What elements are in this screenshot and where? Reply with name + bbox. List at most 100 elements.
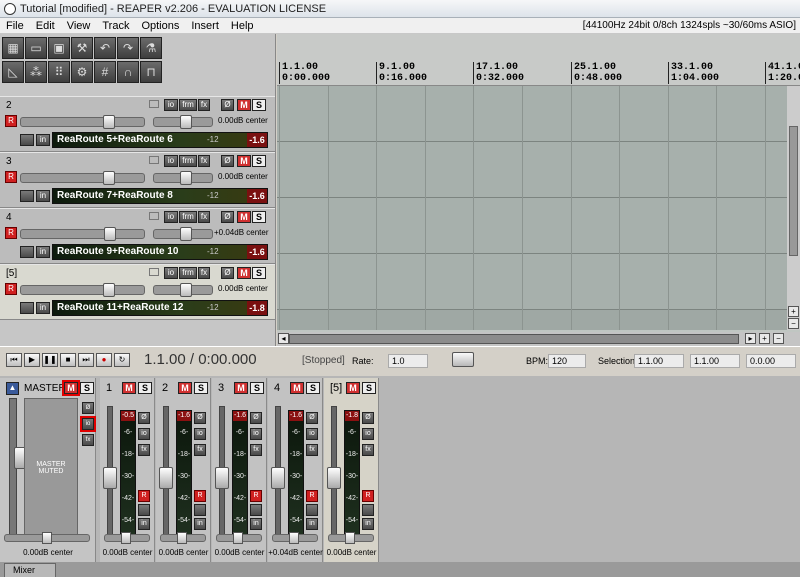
bpm-field[interactable]: 120 [548, 354, 586, 368]
record-icon[interactable]: ● [96, 353, 112, 367]
strip-phase-button[interactable]: Ø [250, 412, 262, 424]
strip-pan-slider[interactable] [160, 532, 206, 544]
frm-button[interactable]: frm [179, 99, 197, 111]
strip-record-button[interactable]: R [138, 490, 150, 502]
strip-solo-button[interactable]: S [250, 382, 264, 394]
pan-slider[interactable] [153, 227, 213, 241]
solo-button[interactable]: S [252, 267, 266, 279]
pan-slider[interactable] [153, 171, 213, 185]
timeline-ruler[interactable]: 1.1.00 0:00.000 9.1.00 0:16.000 17.1.00 0:3… [277, 34, 800, 86]
zoom-in-vertical-icon[interactable]: + [788, 306, 799, 317]
folder-icon[interactable] [149, 268, 159, 276]
metronome-icon[interactable]: ▦ [2, 37, 24, 59]
horizontal-scroll-thumb[interactable] [289, 334, 739, 344]
strip-fader-knob[interactable] [159, 467, 173, 489]
rate-slider[interactable] [452, 352, 474, 367]
strip-meter[interactable]: -1.6 -6- -18- -30- -42- -54- [176, 410, 192, 536]
strip-record-button[interactable]: R [362, 490, 374, 502]
mute-button[interactable]: M [237, 99, 251, 111]
speaker-icon[interactable] [20, 302, 34, 314]
master-pan-slider[interactable] [4, 532, 90, 544]
strip-solo-button[interactable]: S [138, 382, 152, 394]
speaker-icon[interactable] [20, 190, 34, 202]
zoom-in-horizontal-icon[interactable]: + [759, 333, 770, 344]
record-arm-button[interactable]: R [5, 171, 17, 183]
strip-record-button[interactable]: R [250, 490, 262, 502]
master-fader[interactable] [9, 398, 28, 538]
record-arm-button[interactable]: R [5, 283, 17, 295]
volume-slider[interactable] [20, 171, 145, 185]
strip-pan-slider[interactable] [104, 532, 150, 544]
speaker-icon[interactable] [20, 134, 34, 146]
master-phase-button[interactable]: Ø [82, 402, 94, 414]
ripple-icon[interactable]: ⚙ [71, 61, 93, 83]
fx-button[interactable]: fx [198, 99, 210, 111]
volume-slider[interactable] [20, 227, 145, 241]
strip-fx-button[interactable]: fx [362, 444, 374, 456]
forward-icon[interactable]: ⏭ [78, 353, 94, 367]
track-meter[interactable]: ReaRoute 9+ReaRoute 10 -12 -1.6 [52, 244, 268, 260]
strip-fader-knob[interactable] [327, 467, 341, 489]
mixer-strip[interactable]: 1 M S -0.5 -6- -18- -30- -42- -54- Ø io … [100, 378, 155, 562]
strip-pan-knob[interactable] [121, 532, 131, 544]
strip-mute-button[interactable]: M [346, 382, 360, 394]
strip-fader-knob[interactable] [103, 467, 117, 489]
strip-solo-button[interactable]: S [362, 382, 376, 394]
input-button[interactable]: in [36, 190, 50, 202]
strip-speaker-icon[interactable] [362, 504, 374, 516]
pause-icon[interactable]: ❚❚ [42, 353, 58, 367]
fx-button[interactable]: fx [198, 155, 210, 167]
strip-pan-knob[interactable] [345, 532, 355, 544]
strip-fader[interactable] [215, 406, 229, 536]
strip-fx-button[interactable]: fx [250, 444, 262, 456]
pan-knob[interactable] [180, 115, 192, 129]
strip-record-button[interactable]: R [194, 490, 206, 502]
strip-solo-button[interactable]: S [194, 382, 208, 394]
menu-help[interactable]: Help [225, 20, 260, 32]
strip-fader[interactable] [159, 406, 173, 536]
strip-fader-knob[interactable] [271, 467, 285, 489]
strip-phase-button[interactable]: Ø [306, 412, 318, 424]
solo-button[interactable]: S [252, 99, 266, 111]
solo-button[interactable]: S [252, 155, 266, 167]
strip-pan-slider[interactable] [272, 532, 318, 544]
strip-speaker-icon[interactable] [250, 504, 262, 516]
io-button[interactable]: io [164, 155, 178, 167]
redo-icon[interactable]: ↷ [117, 37, 139, 59]
frm-button[interactable]: frm [179, 267, 197, 279]
strip-record-button[interactable]: R [306, 490, 318, 502]
grid-icon[interactable]: # [94, 61, 116, 83]
strip-mute-button[interactable]: M [290, 382, 304, 394]
pan-slider[interactable] [153, 283, 213, 297]
io-button[interactable]: io [164, 267, 178, 279]
fx-button[interactable]: fx [198, 267, 210, 279]
strip-input-button[interactable]: in [194, 518, 206, 530]
open-icon[interactable]: ▭ [25, 37, 47, 59]
strip-io-button[interactable]: io [250, 428, 262, 440]
envelope-icon[interactable]: ◺ [2, 61, 24, 83]
frm-button[interactable]: frm [179, 211, 197, 223]
strip-fader-knob[interactable] [215, 467, 229, 489]
menu-insert[interactable]: Insert [185, 20, 225, 32]
strip-phase-button[interactable]: Ø [138, 412, 150, 424]
folder-icon[interactable] [149, 156, 159, 164]
folder-icon[interactable] [149, 100, 159, 108]
record-arm-button[interactable]: R [5, 227, 17, 239]
vertical-scrollbar[interactable]: + − [787, 86, 800, 330]
phase-button[interactable]: Ø [221, 99, 234, 111]
stop-icon[interactable]: ■ [60, 353, 76, 367]
settings-icon[interactable]: ⚒ [71, 37, 93, 59]
strip-mute-button[interactable]: M [178, 382, 192, 394]
flask-icon[interactable]: ⚗ [140, 37, 162, 59]
rate-field[interactable]: 1.0 [388, 354, 428, 368]
horizontal-scrollbar[interactable]: ◂ ▸ + − [277, 332, 800, 346]
zoom-out-horizontal-icon[interactable]: − [773, 333, 784, 344]
strip-input-button[interactable]: in [250, 518, 262, 530]
strip-meter[interactable]: -1.6 -6- -18- -30- -42- -54- [288, 410, 304, 536]
mute-button[interactable]: M [237, 155, 251, 167]
strip-fx-button[interactable]: fx [194, 444, 206, 456]
strip-speaker-icon[interactable] [306, 504, 318, 516]
strip-speaker-icon[interactable] [194, 504, 206, 516]
scroll-right-icon[interactable]: ▸ [745, 333, 756, 344]
strip-pan-knob[interactable] [233, 532, 243, 544]
